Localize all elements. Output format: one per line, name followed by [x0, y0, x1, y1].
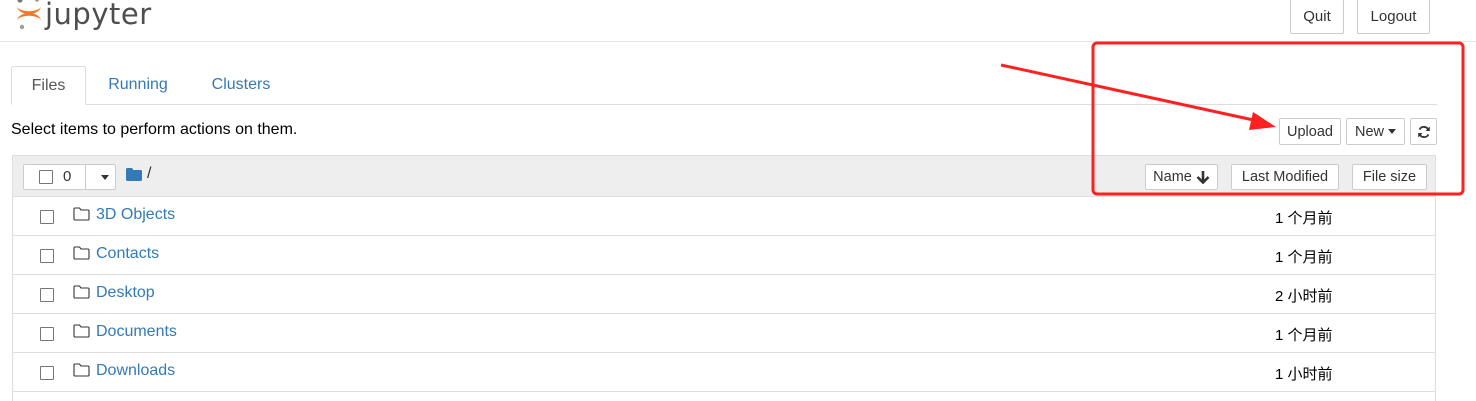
sort-file-size-button[interactable]: File size — [1352, 164, 1427, 190]
file-row[interactable]: 3D Objects 1 个月前 — [13, 197, 1435, 236]
select-all-checkbox[interactable] — [39, 170, 53, 184]
folder-icon — [73, 285, 90, 299]
top-header: jupyter Quit Logout — [0, 0, 1476, 42]
jupyter-logo-icon — [17, 0, 41, 30]
refresh-button[interactable] — [1410, 118, 1437, 145]
file-modified: 1 个月前 — [1275, 249, 1333, 266]
instruction-text: Select items to perform actions on them. — [11, 121, 298, 138]
refresh-icon — [1417, 125, 1430, 138]
annotation-arrow-head — [1249, 112, 1276, 130]
select-menu-caret-icon[interactable] — [101, 175, 109, 180]
row-checkbox[interactable] — [40, 249, 54, 263]
file-name-link[interactable]: Contacts — [96, 245, 159, 263]
file-name-link[interactable]: Desktop — [96, 284, 155, 302]
file-name-link[interactable]: Documents — [96, 323, 177, 341]
tab-running[interactable]: Running — [96, 66, 180, 104]
select-all-group: 0 — [23, 164, 116, 190]
file-row[interactable]: Contacts 1 个月前 — [13, 236, 1435, 275]
sort-name-button[interactable]: Name — [1145, 164, 1218, 190]
file-name-link[interactable]: Downloads — [96, 362, 175, 380]
folder-home-icon[interactable] — [126, 168, 142, 181]
new-dropdown-button[interactable]: New — [1346, 118, 1405, 145]
select-divider — [85, 165, 86, 189]
file-modified: 1 个月前 — [1275, 210, 1333, 227]
file-modified: 1 个月前 — [1275, 327, 1333, 344]
row-checkbox[interactable] — [40, 327, 54, 341]
file-modified: 2 小时前 — [1275, 288, 1333, 305]
logout-button[interactable]: Logout — [1357, 0, 1430, 34]
folder-icon — [73, 363, 90, 377]
row-checkbox[interactable] — [40, 210, 54, 224]
folder-icon — [73, 246, 90, 260]
file-list-header: 0 / Name Last Modified File size — [13, 156, 1435, 197]
new-label: New — [1354, 123, 1384, 140]
row-checkbox[interactable] — [40, 288, 54, 302]
file-row[interactable]: Desktop 2 小时前 — [13, 275, 1435, 314]
logo-text: jupyter — [45, 0, 152, 31]
file-list: 0 / Name Last Modified File size 3D Obje… — [12, 155, 1436, 401]
file-row[interactable]: Documents 1 个月前 — [13, 314, 1435, 353]
caret-down-icon — [1388, 129, 1396, 134]
folder-icon — [73, 324, 90, 338]
file-row[interactable]: Downloads 1 小时前 — [13, 353, 1435, 392]
selected-count: 0 — [63, 168, 72, 185]
sort-last-modified-button[interactable]: Last Modified — [1231, 164, 1339, 190]
row-checkbox[interactable] — [40, 366, 54, 380]
file-modified: 1 小时前 — [1275, 366, 1333, 383]
breadcrumb[interactable]: / — [147, 165, 151, 183]
sort-name-label: Name — [1153, 169, 1192, 185]
arrow-down-icon — [1196, 171, 1210, 184]
file-name-link[interactable]: 3D Objects — [96, 206, 175, 224]
upload-button[interactable]: Upload — [1279, 118, 1341, 145]
tab-clusters[interactable]: Clusters — [199, 66, 283, 104]
main-tabs: Files Running Clusters — [11, 66, 1437, 105]
jupyter-logo[interactable]: jupyter — [14, 0, 152, 34]
tab-files[interactable]: Files — [11, 66, 86, 105]
quit-button[interactable]: Quit — [1290, 0, 1344, 34]
folder-icon — [73, 207, 90, 221]
